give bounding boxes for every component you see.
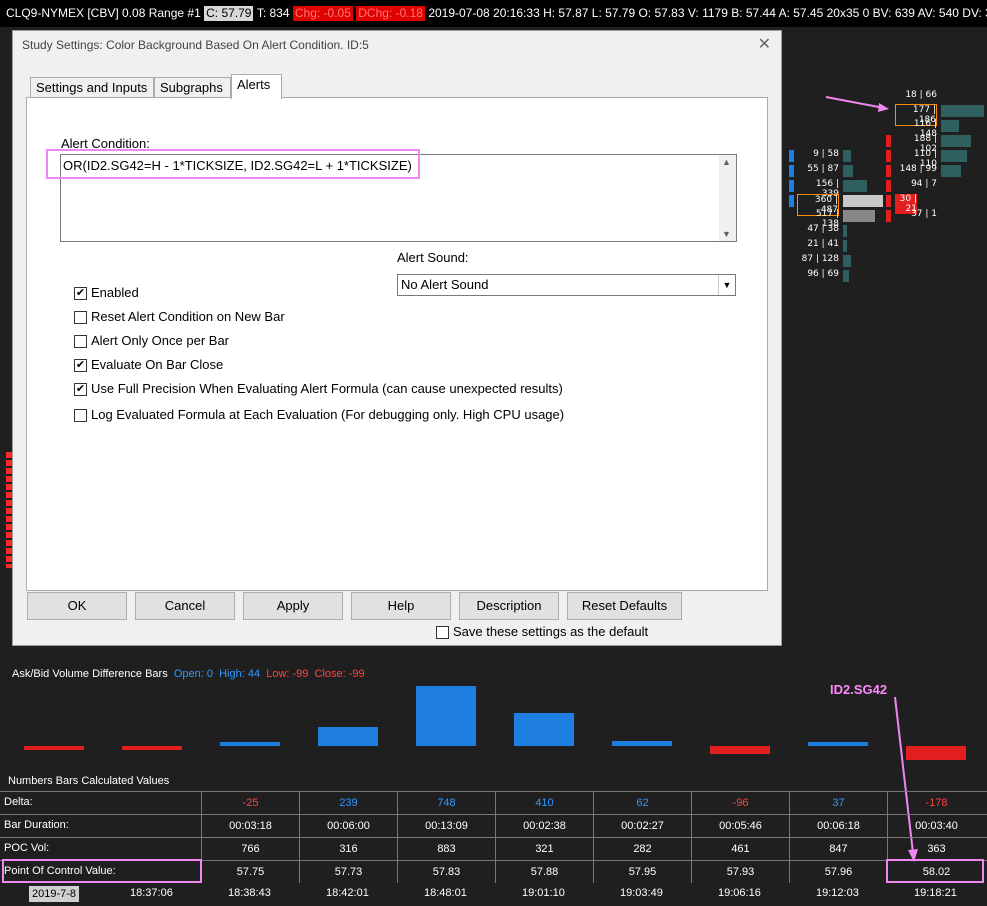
table-cell: 321: [495, 838, 593, 860]
table-cell: 410: [495, 792, 593, 814]
table-cell: 363: [887, 838, 985, 860]
table-cell: 239: [299, 792, 397, 814]
time-label: 19:18:21: [914, 887, 957, 899]
calculated-values-label: Numbers Bars Calculated Values: [8, 775, 170, 787]
time-label: 19:01:10: [522, 887, 565, 899]
table-row: Delta: -25 239 748 410 62 -96 37 -178: [0, 791, 987, 814]
table-cell: 766: [201, 838, 299, 860]
arrow-line-top: [825, 96, 885, 109]
table-cell: 37: [789, 792, 887, 814]
table-cell: 57.75: [201, 861, 299, 883]
table-cell: 57.93: [691, 861, 789, 883]
row-header: Bar Duration:: [4, 819, 69, 831]
table-cell: 316: [299, 838, 397, 860]
row-header: Delta:: [4, 796, 33, 808]
date-box: 2019-7-8: [29, 886, 79, 902]
arrow-head-top: [878, 103, 889, 112]
poc-value-highlight: [886, 859, 984, 883]
table-cell: 748: [397, 792, 495, 814]
table-cell: -178: [887, 792, 985, 814]
table-cell: 00:03:18: [201, 815, 299, 837]
table-cell: -25: [201, 792, 299, 814]
row-header: POC Vol:: [4, 842, 50, 854]
table-cell: 00:05:46: [691, 815, 789, 837]
table-cell: 00:06:00: [299, 815, 397, 837]
table-cell: 57.95: [593, 861, 691, 883]
poc-label-highlight: [2, 859, 202, 883]
table-cell: 00:02:27: [593, 815, 691, 837]
time-label: 19:03:49: [620, 887, 663, 899]
time-axis: 2019-7-8 18:37:06 18:38:43 18:42:01 18:48:0…: [0, 884, 987, 906]
table-cell: 57.83: [397, 861, 495, 883]
table-cell: 00:02:38: [495, 815, 593, 837]
table-cell: 62: [593, 792, 691, 814]
time-label: 18:38:43: [228, 887, 271, 899]
table-cell: 282: [593, 838, 691, 860]
annotation-arrows: [825, 96, 918, 862]
table-row: POC Vol: 766 316 883 321 282 461 847 363: [0, 837, 987, 860]
table-cell: 461: [691, 838, 789, 860]
table-cell: 00:13:09: [397, 815, 495, 837]
table-cell: 00:06:18: [789, 815, 887, 837]
table-cell: 57.73: [299, 861, 397, 883]
time-label: 18:48:01: [424, 887, 467, 899]
table-cell: 57.96: [789, 861, 887, 883]
tab-alerts[interactable]: Alerts: [231, 74, 282, 99]
table-row: Bar Duration: 00:03:18 00:06:00 00:13:09 00:…: [0, 814, 987, 837]
table-cell: 883: [397, 838, 495, 860]
table-cell: 00:03:40: [887, 815, 985, 837]
time-label: 19:06:16: [718, 887, 761, 899]
table-cell: -96: [691, 792, 789, 814]
time-label: 19:12:03: [816, 887, 859, 899]
table-cell: 847: [789, 838, 887, 860]
time-label: 18:42:01: [326, 887, 369, 899]
time-label: 18:37:06: [130, 887, 173, 899]
table-cell: 57.88: [495, 861, 593, 883]
